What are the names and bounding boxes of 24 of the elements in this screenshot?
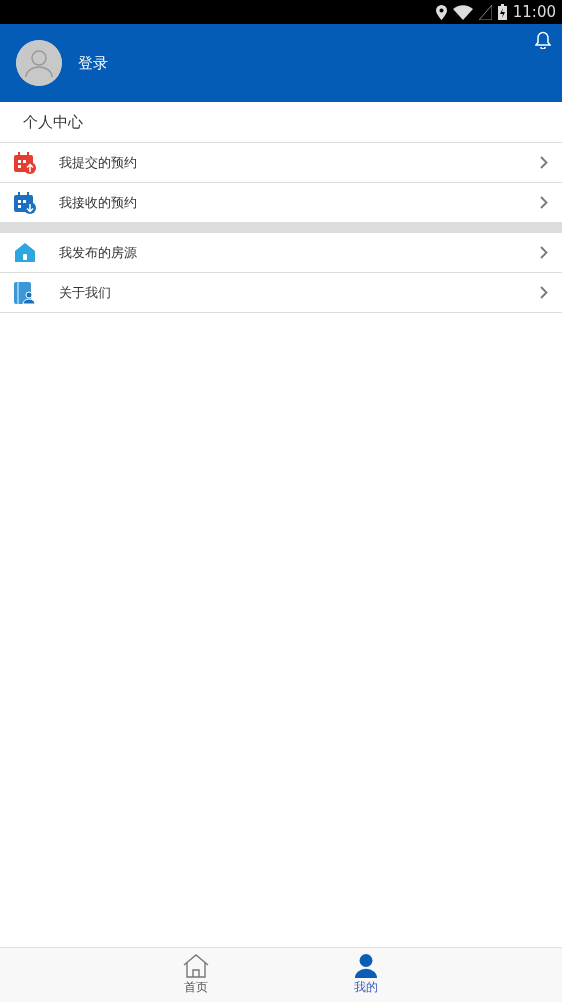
- menu-item[interactable]: 我发布的房源: [0, 233, 562, 273]
- home-icon: [183, 954, 209, 978]
- nav-tab[interactable]: 我的: [337, 948, 395, 1002]
- chevron-right-icon: [540, 246, 548, 259]
- menu-item[interactable]: 关于我们: [0, 273, 562, 313]
- chevron-right-icon: [540, 156, 548, 169]
- notification-bell-icon[interactable]: [535, 31, 551, 49]
- login-button[interactable]: 登录: [78, 53, 108, 73]
- book-person-icon: [14, 281, 36, 304]
- house-icon: [15, 243, 35, 262]
- wifi-icon: [452, 4, 473, 20]
- calendar-upload-icon: [14, 151, 36, 174]
- battery-icon: [497, 4, 507, 20]
- chevron-right-icon: [540, 196, 548, 209]
- menu-item[interactable]: 我提交的预约: [0, 143, 562, 183]
- signal-icon: [478, 4, 492, 20]
- nav-tab[interactable]: 首页: [167, 948, 225, 1002]
- avatar-icon[interactable]: [16, 40, 62, 86]
- location-icon: [435, 4, 447, 20]
- person-icon: [353, 954, 379, 978]
- clock-time: 11:00: [512, 3, 556, 21]
- section-title: 个人中心: [0, 102, 562, 143]
- calendar-download-icon: [14, 191, 36, 214]
- chevron-right-icon: [540, 286, 548, 299]
